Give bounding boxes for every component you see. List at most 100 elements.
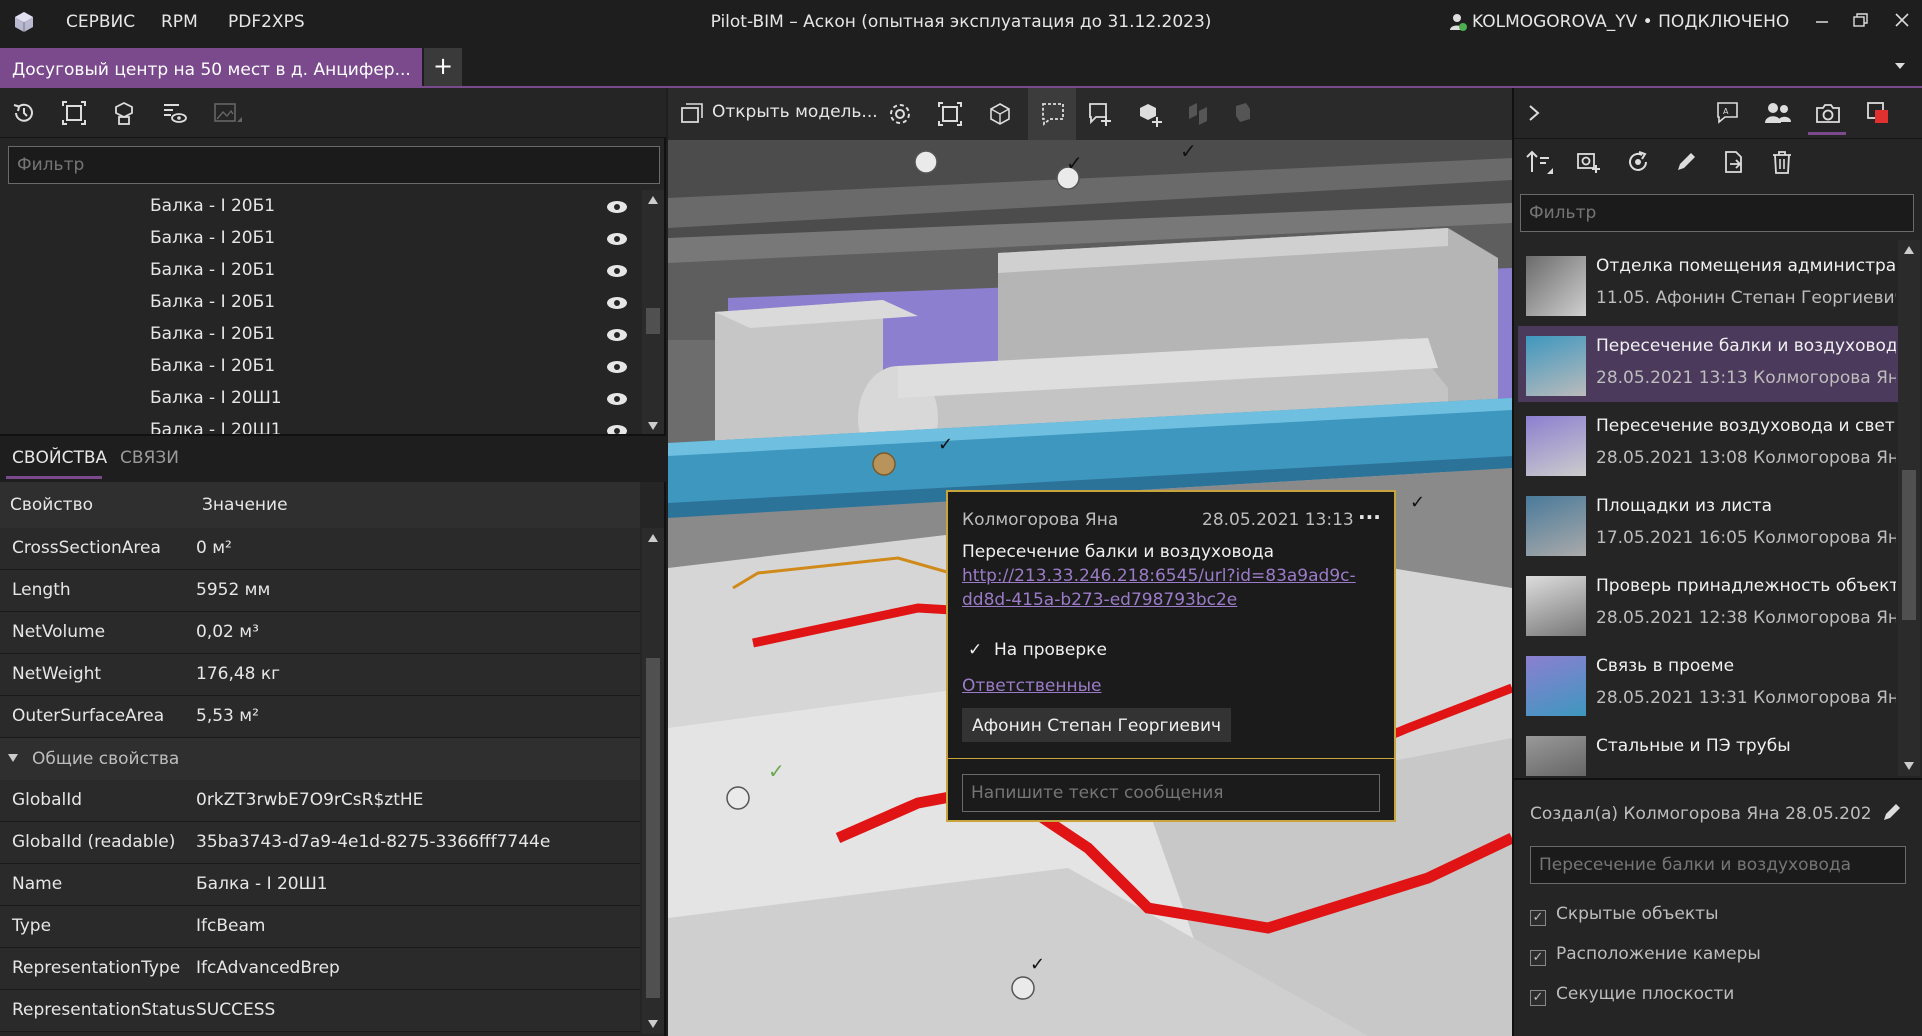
clash-icon[interactable]: [1860, 95, 1896, 131]
tree-item[interactable]: Балка - I 20Б1: [150, 196, 275, 228]
tree-scroll-thumb[interactable]: [646, 308, 660, 334]
issue-item[interactable]: Отделка помещения администраци 11.05. Аф…: [1518, 246, 1898, 322]
property-row[interactable]: GlobalId (readable) 35ba3743-d7a9-4e1d-82…: [0, 822, 640, 864]
issues-scrollbar[interactable]: [1898, 240, 1920, 776]
tree-item[interactable]: Балка - I 20Ш1: [150, 388, 282, 420]
eye-icon[interactable]: [606, 232, 628, 246]
add-comment-icon[interactable]: [1082, 96, 1118, 132]
add-tab-button[interactable]: +: [424, 48, 462, 86]
tree-item[interactable]: Балка - I 20Б1: [150, 228, 275, 260]
edit-pencil-icon[interactable]: [1668, 144, 1704, 180]
eye-icon[interactable]: [606, 296, 628, 310]
settings-gear-icon[interactable]: [882, 96, 918, 132]
cube-view-icon[interactable]: [982, 96, 1018, 132]
issues-filter-input[interactable]: [1520, 194, 1914, 232]
menu-pdf2xps[interactable]: PDF2XPS: [228, 12, 305, 32]
chevron-right-icon[interactable]: [1516, 95, 1552, 131]
property-row[interactable]: GlobalId 0rkZT3rwbE7O9rCsR$ztHE: [0, 780, 640, 822]
property-row[interactable]: Length 5952 мм: [0, 570, 640, 612]
property-row[interactable]: RepresentationStatus SUCCESS: [0, 990, 640, 1032]
add-viewpoint-icon[interactable]: [1570, 144, 1606, 180]
tree-item[interactable]: Балка - I 20Ш1: [150, 420, 282, 434]
tree-filter-input[interactable]: [8, 146, 660, 184]
property-row[interactable]: NetWeight 176,48 кг: [0, 654, 640, 696]
camera-icon[interactable]: [1810, 95, 1846, 131]
tabs-dropdown-icon[interactable]: [1892, 58, 1908, 74]
user-status[interactable]: KOLMOGOROVA_YV • ПОДКЛЮЧЕНО: [1472, 12, 1789, 32]
comments-icon[interactable]: A: [1710, 95, 1746, 131]
checkbox-section-planes[interactable]: ✓ Секущие плоскости: [1530, 984, 1734, 1006]
edit-details-pencil-icon[interactable]: [1880, 800, 1904, 824]
property-row[interactable]: OuterSurfaceArea 5,53 м²: [0, 696, 640, 738]
tree-item[interactable]: Балка - I 20Б1: [150, 356, 275, 388]
properties-scroll-thumb[interactable]: [646, 658, 660, 998]
fit-all-icon[interactable]: [932, 96, 968, 132]
isolate-icon[interactable]: [106, 95, 142, 131]
model-tree-panel: Балка - I 20Б1 Балка - I 20Б1 Балка - I …: [0, 88, 666, 1036]
eye-icon[interactable]: [606, 200, 628, 214]
property-row[interactable]: NetVolume 0,02 м³: [0, 612, 640, 654]
restore-button[interactable]: [1848, 8, 1872, 32]
responsible-person-chip[interactable]: Афонин Степан Георгиевич: [962, 708, 1232, 742]
export-icon[interactable]: [1716, 144, 1752, 180]
tree-item[interactable]: Балка - I 20Б1: [150, 324, 275, 356]
eye-icon[interactable]: [606, 264, 628, 278]
property-group-header[interactable]: Общие свойства: [0, 738, 640, 780]
more-options-button[interactable]: ...: [1358, 500, 1381, 524]
message-input[interactable]: [962, 774, 1380, 812]
app-logo-icon: [12, 10, 36, 34]
issue-item[interactable]: Площадки из листа 17.05.2021 16:05 Колмо…: [1518, 486, 1898, 562]
refresh-icon[interactable]: [1620, 144, 1656, 180]
issue-meta: 28.05.2021 13:08 Колмогорова Яна: [1596, 448, 1896, 468]
property-row[interactable]: Type IfcBeam: [0, 906, 640, 948]
eye-icon[interactable]: [606, 424, 628, 434]
eye-icon[interactable]: [606, 360, 628, 374]
issue-item-selected[interactable]: Пересечение балки и воздуховода 28.05.20…: [1518, 326, 1898, 402]
issue-item[interactable]: Пересечение воздуховода и светил 28.05.2…: [1518, 406, 1898, 482]
property-row[interactable]: CrossSectionArea 0 м²: [0, 528, 640, 570]
property-name: Type: [12, 916, 52, 936]
issue-item[interactable]: Связь в проеме 28.05.2021 13:31 Колмогор…: [1518, 646, 1898, 722]
issue-item[interactable]: Проверь принадлежность объекто 28.05.202…: [1518, 566, 1898, 642]
eye-icon[interactable]: [606, 328, 628, 342]
tree-item[interactable]: Балка - I 20Б1: [150, 260, 275, 292]
issue-meta: 28.05.2021 13:31 Колмогорова Яна: [1596, 688, 1896, 708]
visibility-list-icon[interactable]: [156, 95, 192, 131]
eye-icon[interactable]: [606, 392, 628, 406]
checkbox-hidden-objects[interactable]: ✓ Скрытые объекты: [1530, 904, 1719, 926]
menu-rpm[interactable]: RPM: [161, 12, 198, 32]
fit-view-icon[interactable]: [56, 95, 92, 131]
property-row[interactable]: RepresentationType IfcAdvancedBrep: [0, 948, 640, 990]
open-model-button[interactable]: Открыть модель...: [712, 102, 878, 122]
users-icon[interactable]: [1760, 95, 1796, 131]
popup-status[interactable]: На проверке: [994, 640, 1107, 660]
sort-icon[interactable]: [1522, 144, 1558, 180]
close-button[interactable]: [1890, 8, 1914, 32]
minimize-button[interactable]: [1810, 8, 1834, 32]
popup-link[interactable]: http://213.33.246.218:6545/url?id=83a9ad…: [962, 566, 1356, 586]
add-model-icon[interactable]: [1132, 96, 1168, 132]
trash-icon[interactable]: [1764, 144, 1800, 180]
checkbox-camera-position[interactable]: ✓ Расположение камеры: [1530, 944, 1761, 966]
tree-scrollbar[interactable]: [642, 190, 664, 434]
compare-models-icon[interactable]: [1180, 96, 1216, 132]
tab-links[interactable]: СВЯЗИ: [120, 448, 179, 468]
popup-link-cont[interactable]: dd8d-415a-b273-ed798793bc2e: [962, 590, 1237, 610]
issue-name-field[interactable]: [1530, 846, 1906, 884]
details-splitter[interactable]: [1512, 778, 1922, 780]
tree-item[interactable]: Балка - I 20Б1: [150, 292, 275, 324]
menu-service[interactable]: СЕРВИС: [66, 12, 135, 32]
properties-scrollbar[interactable]: [642, 528, 664, 1034]
issue-meta: 11.05. Афонин Степан Георгиевич: [1596, 288, 1896, 308]
property-row[interactable]: Name Балка - I 20Ш1: [0, 864, 640, 906]
issues-scroll-thumb[interactable]: [1902, 470, 1916, 620]
history-icon[interactable]: [6, 95, 42, 131]
layers-icon[interactable]: [1224, 96, 1260, 132]
annotation-tool-active[interactable]: [1028, 88, 1076, 140]
responsible-link[interactable]: Ответственные: [962, 676, 1102, 696]
tab-properties[interactable]: СВОЙСТВА: [12, 448, 107, 468]
tab-document[interactable]: Досуговый центр на 50 мест в д. Анцифер.…: [0, 48, 422, 86]
image-tool-icon[interactable]: [210, 95, 246, 131]
check-icon: ✓: [1530, 910, 1546, 926]
issue-item[interactable]: Стальные и ПЭ трубы: [1518, 726, 1898, 776]
